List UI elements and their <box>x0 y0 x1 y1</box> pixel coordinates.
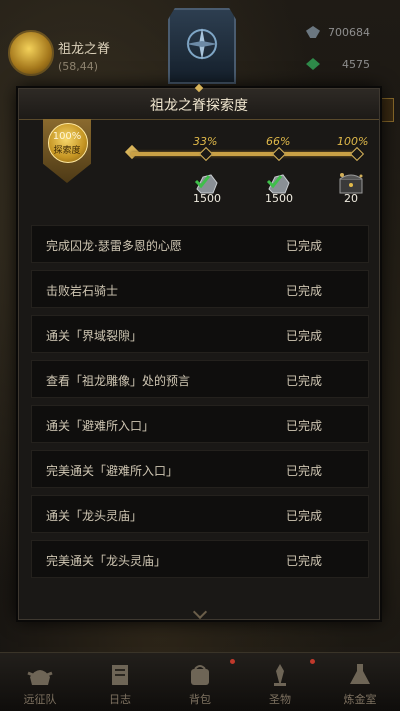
task-text: 通关「避难所入口」 <box>46 419 155 433</box>
task-text: 完成囚龙·瑟雷多恩的心愿 <box>46 239 182 253</box>
task-row[interactable]: 通关「避难所入口」 已完成 <box>31 405 369 443</box>
gem-resource-count: 4575 <box>342 58 370 71</box>
task-status: 已完成 <box>286 464 323 478</box>
task-row[interactable]: 完美通关「避难所入口」 已完成 <box>31 450 369 488</box>
task-status: 已完成 <box>286 374 323 388</box>
nav-item-expedition[interactable]: 远征队 <box>0 653 80 711</box>
task-row[interactable]: 完美通关「龙头灵庙」 已完成 <box>31 540 369 578</box>
nav-label: 背包 <box>189 693 211 706</box>
task-text: 通关「龙头灵庙」 <box>46 509 143 523</box>
nav-item-journal[interactable]: 日志 <box>80 653 160 711</box>
gem-resource-icon <box>306 58 320 70</box>
milestone-node-33 <box>198 146 214 162</box>
task-status: 已完成 <box>286 284 323 298</box>
stone-resource-count: 700684 <box>328 26 370 39</box>
journal-icon <box>112 665 128 685</box>
task-row[interactable]: 查看「祖龙雕像」处的预言 已完成 <box>31 360 369 398</box>
nav-label: 远征队 <box>23 693 57 706</box>
helmet-icon <box>27 670 53 685</box>
task-status: 已完成 <box>286 329 323 343</box>
task-row[interactable]: 完成囚龙·瑟雷多恩的心愿 已完成 <box>31 225 369 263</box>
task-status: 已完成 <box>286 419 323 433</box>
milestone-label: 33% <box>193 135 218 148</box>
nav-item-backpack[interactable]: 背包 <box>160 653 240 711</box>
nav-item-relic[interactable]: 圣物 <box>240 653 320 711</box>
panel-header: 祖龙之脊探索度 <box>19 83 379 120</box>
milestone-label: 66% <box>266 135 291 148</box>
exploration-badge-label: 探索度 <box>53 146 81 156</box>
top-hud: 祖龙之脊 (58,44) 700684 4575 <box>0 0 400 122</box>
exploration-percent: 100% <box>52 131 82 142</box>
task-text: 通关「界域裂隙」 <box>46 329 143 343</box>
alchemy-icon <box>350 664 370 684</box>
milestone-node-66 <box>271 146 287 162</box>
panel-title: 祖龙之脊探索度 <box>150 98 248 114</box>
reward-count: 1500 <box>193 192 221 205</box>
nav-label: 炼金室 <box>343 693 377 706</box>
nav-item-alchemy[interactable]: 炼金室 <box>320 653 400 711</box>
task-status: 已完成 <box>286 554 323 568</box>
notification-dot <box>310 659 315 664</box>
exploration-progress-bar <box>131 152 359 156</box>
zone-coordinates: (58,44) <box>58 60 99 73</box>
nav-label: 圣物 <box>269 693 291 706</box>
nav-label: 日志 <box>109 693 131 706</box>
task-row[interactable]: 击败岩石骑士 已完成 <box>31 270 369 308</box>
stone-resource-icon <box>306 26 320 38</box>
task-status: 已完成 <box>286 239 323 253</box>
milestone-label: 100% <box>337 135 369 148</box>
exploration-panel: 祖龙之脊探索度 100% 探索度 33% 66% 100% 1500 1500 … <box>18 83 380 620</box>
guild-crest-icon[interactable] <box>168 8 236 84</box>
reward-count: 1500 <box>265 192 293 205</box>
task-row[interactable]: 通关「龙头灵庙」 已完成 <box>31 495 369 533</box>
task-text: 完美通关「避难所入口」 <box>46 464 179 478</box>
task-text: 击败岩石骑士 <box>46 284 119 298</box>
zone-name: 祖龙之脊 <box>58 42 111 57</box>
relic-icon <box>274 664 286 686</box>
task-text: 完美通关「龙头灵庙」 <box>46 554 167 568</box>
notification-dot <box>230 659 235 664</box>
bottom-nav: 远征队 日志 背包 圣物 炼金室 <box>0 652 400 711</box>
reward-count: 20 <box>344 192 358 205</box>
task-text: 查看「祖龙雕像」处的预言 <box>46 374 191 388</box>
backpack-icon <box>191 665 209 685</box>
task-row[interactable]: 通关「界域裂隙」 已完成 <box>31 315 369 353</box>
zone-emblem-icon[interactable] <box>8 30 54 76</box>
milestone-node-100 <box>349 146 365 162</box>
compass-icon <box>186 28 218 60</box>
task-status: 已完成 <box>286 509 323 523</box>
